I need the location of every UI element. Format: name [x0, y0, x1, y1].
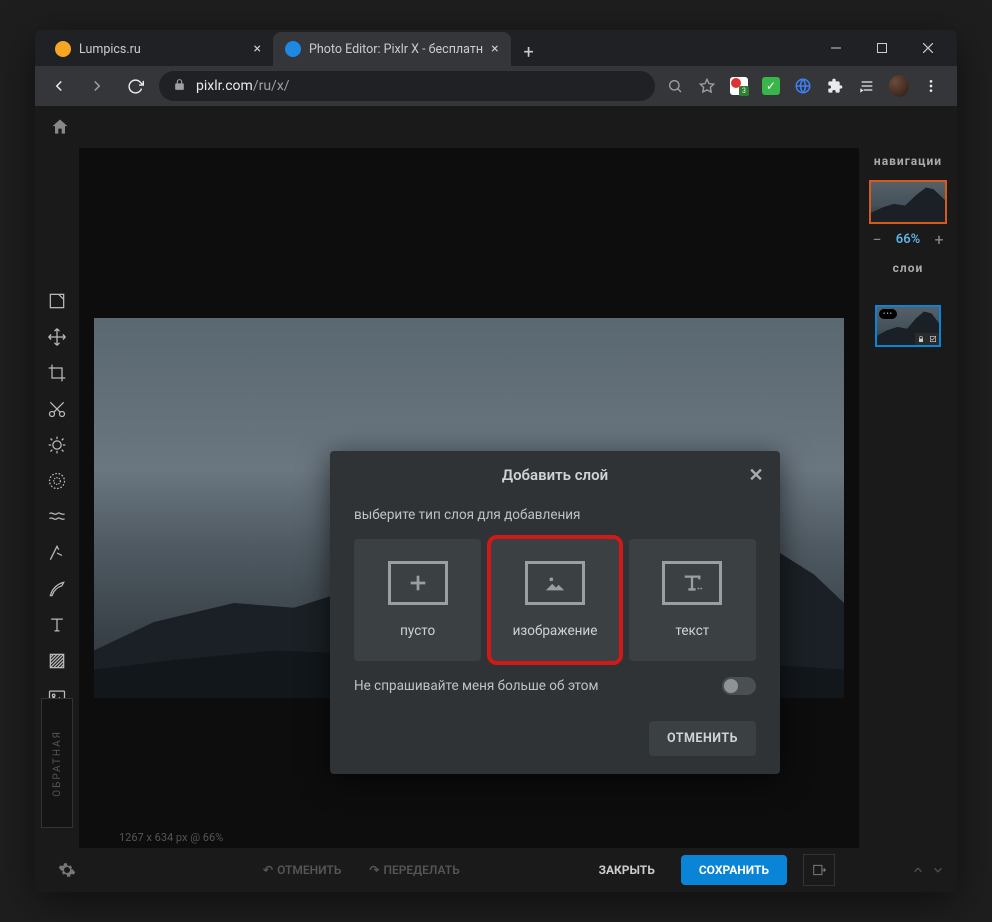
dont-ask-label: Не спрашивайте меня больше об этом [354, 678, 598, 694]
text-icon [662, 561, 722, 605]
layer-type-options: пусто изображение текст [354, 539, 756, 661]
dont-ask-toggle[interactable] [722, 677, 756, 695]
translate-icon[interactable] [793, 76, 813, 96]
address-bar: pixlr.com/ru/x/ 3 ✓ [35, 66, 957, 106]
maximize-button[interactable] [859, 32, 905, 64]
add-layer-modal: Добавить слой ✕ выберите тип слоя для до… [330, 451, 780, 774]
image-icon [525, 561, 585, 605]
option-label: изображение [513, 623, 598, 639]
url-path: /ru/x/ [253, 78, 290, 94]
forward-button[interactable] [83, 72, 111, 100]
tab-strip: Lumpics.ru × Photo Editor: Pixlr X - бес… [35, 30, 807, 66]
new-tab-button[interactable]: + [515, 38, 543, 66]
close-icon[interactable]: × [491, 41, 498, 57]
menu-icon[interactable] [921, 76, 941, 96]
minimize-button[interactable] [813, 32, 859, 64]
bookmark-icon[interactable] [697, 76, 717, 96]
favicon-icon [55, 41, 71, 57]
profile-avatar[interactable] [889, 76, 909, 96]
address-bar-icons: 3 ✓ [665, 76, 947, 96]
pixlr-app: ОБРАТНАЯ 1267 x 634 px @ 66% навигации [35, 106, 957, 892]
modal-header: Добавить слой ✕ [330, 451, 780, 499]
zoom-icon[interactable] [665, 76, 685, 96]
favicon-icon [285, 41, 301, 57]
extension-adblock-icon[interactable]: 3 [729, 76, 749, 96]
option-label: пусто [400, 623, 435, 639]
option-label: текст [675, 623, 709, 639]
close-window-button[interactable] [905, 32, 951, 64]
back-button[interactable] [45, 72, 73, 100]
reading-list-icon[interactable] [857, 76, 877, 96]
dont-ask-row: Не спрашивайте меня больше об этом [354, 661, 756, 703]
tab-title: Photo Editor: Pixlr X - бесплатн [309, 42, 483, 57]
extensions-icon[interactable] [825, 76, 845, 96]
tab-lumpics[interactable]: Lumpics.ru × [43, 32, 273, 66]
tab-title: Lumpics.ru [79, 42, 141, 57]
option-image[interactable]: изображение [491, 539, 618, 661]
window-controls [807, 30, 957, 66]
tab-pixlr[interactable]: Photo Editor: Pixlr X - бесплатн × [273, 32, 511, 66]
option-text[interactable]: текст [629, 539, 756, 661]
cancel-button[interactable]: ОТМЕНИТЬ [649, 721, 756, 756]
reload-button[interactable] [121, 72, 149, 100]
browser-window: Lumpics.ru × Photo Editor: Pixlr X - бес… [35, 30, 957, 892]
modal-close-button[interactable]: ✕ [744, 463, 768, 487]
option-empty[interactable]: пусто [354, 539, 481, 661]
close-icon[interactable]: × [254, 41, 261, 57]
extension-checkmark-icon[interactable]: ✓ [761, 76, 781, 96]
modal-subtitle: выберите тип слоя для добавления [354, 499, 756, 539]
url-input[interactable]: pixlr.com/ru/x/ [159, 71, 655, 101]
plus-icon [388, 561, 448, 605]
modal-title: Добавить слой [502, 466, 608, 484]
lock-icon [173, 78, 186, 95]
url-domain: pixlr.com [196, 78, 253, 94]
